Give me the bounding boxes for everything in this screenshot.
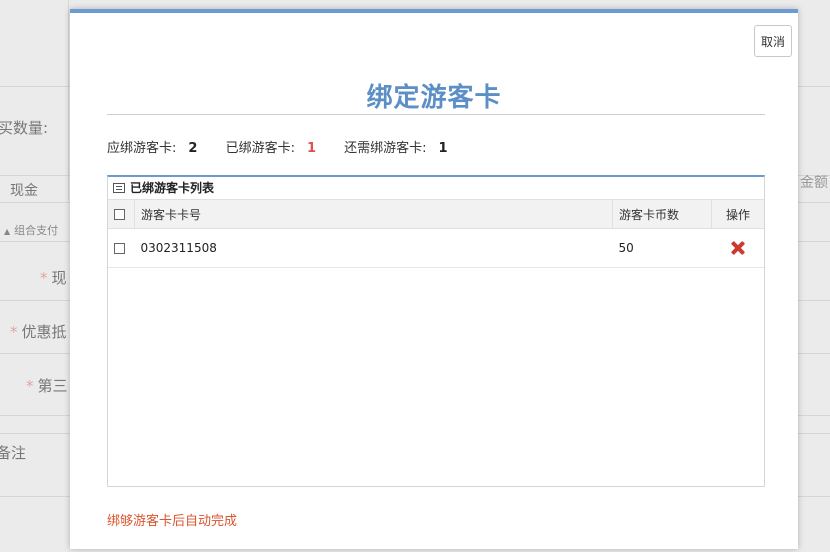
divider <box>68 0 69 200</box>
should-bind-count: 应绑游客卡: 2 <box>107 141 198 156</box>
third-party-label: * 第三 <box>26 377 68 395</box>
delete-icon[interactable] <box>731 241 745 255</box>
dialog-title: 绑定游客卡 <box>366 83 502 113</box>
required-star-icon: * <box>40 269 48 287</box>
column-header-action: 操作 <box>711 199 764 229</box>
cancel-button[interactable]: 取消 <box>754 25 792 57</box>
bound-count: 已绑游客卡: 1 <box>225 141 317 156</box>
cash-label: 现金 <box>10 183 38 199</box>
bound-card-panel: 已绑游客卡列表 游客卡卡号 游客卡币数 操作 0302311508 50 <box>107 175 765 487</box>
required-star-icon: * <box>26 377 34 395</box>
bind-summary: 应绑游客卡: 2 已绑游客卡: 1 还需绑游客卡: 1 <box>107 137 472 156</box>
title-divider <box>107 114 765 115</box>
select-all-checkbox[interactable] <box>114 209 125 220</box>
panel-header: 已绑游客卡列表 <box>108 177 764 199</box>
card-coins-cell: 50 <box>612 228 712 268</box>
auto-complete-note: 绑够游客卡后自动完成 <box>107 514 238 529</box>
required-star-icon: * <box>10 323 18 341</box>
table-header-row: 游客卡卡号 游客卡币数 操作 <box>108 199 764 229</box>
bound-card-table: 游客卡卡号 游客卡币数 操作 0302311508 50 <box>108 199 764 268</box>
table-row: 0302311508 50 <box>108 228 764 268</box>
combo-pay-toggle[interactable]: ▲ 组合支付 <box>4 222 58 238</box>
combo-pay-label: 组合支付 <box>14 224 59 237</box>
quantity-label: 买数量: <box>0 119 49 137</box>
list-icon <box>113 183 125 193</box>
cash-field-label: * 现 <box>40 269 67 287</box>
column-header-coins: 游客卡币数 <box>612 199 712 229</box>
row-checkbox[interactable] <box>114 243 125 254</box>
select-all-cell <box>108 199 135 229</box>
panel-title: 已绑游客卡列表 <box>130 181 215 195</box>
amount-label: 金额 <box>800 175 828 191</box>
column-header-card-no: 游客卡卡号 <box>134 199 613 229</box>
caret-up-icon: ▲ <box>4 227 11 236</box>
card-number-cell: 0302311508 <box>134 228 613 268</box>
remaining-count: 还需绑游客卡: 1 <box>344 141 448 156</box>
remark-label: 备注 <box>0 444 27 462</box>
discount-label: * 优惠抵 <box>10 323 67 341</box>
bind-card-dialog: 取消 绑定游客卡 应绑游客卡: 2 已绑游客卡: 1 还需绑游客卡: 1 已绑游客卡列… <box>70 9 798 549</box>
